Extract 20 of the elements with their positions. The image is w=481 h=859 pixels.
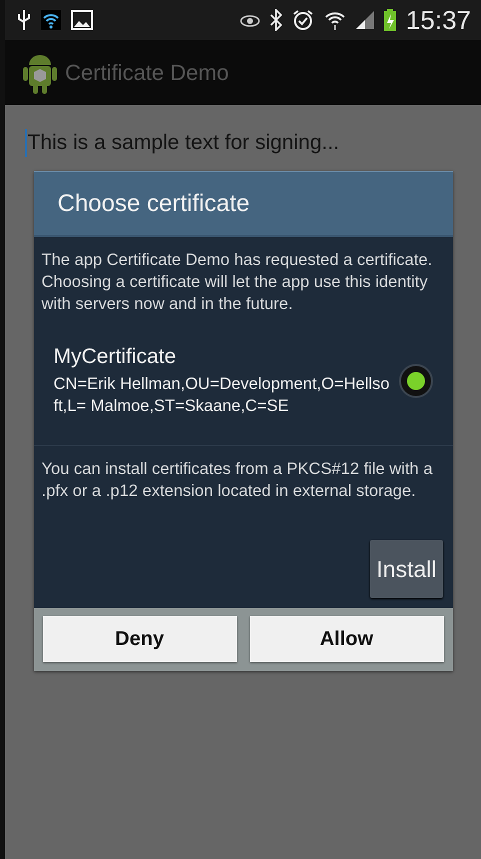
alarm-icon [292, 9, 314, 31]
dialog-button[interactable]: Allow [250, 616, 444, 662]
radio-button[interactable] [398, 364, 432, 398]
wifi-icon [324, 10, 346, 30]
status-time: 15:37 [406, 4, 471, 36]
install-button[interactable]: Install [370, 540, 442, 598]
dialog-message: The app Certificate Demo has requested a certificate. Choosing a certificate will let the app use this identity with servers now and in the future. [40, 250, 434, 315]
usb-icon [17, 9, 31, 31]
signal-icon [356, 11, 374, 29]
wifi-icon [41, 10, 61, 30]
eye-icon [240, 13, 260, 27]
image-icon [71, 10, 93, 30]
certificate-subject: CN=Erik Hellman,OU=Development,O=Hellsoft,L= Malmoe,ST=Skaane,C=SE [54, 374, 390, 417]
dialog-title: Choose certificate [34, 171, 452, 237]
bluetooth-icon [270, 9, 282, 31]
battery-icon [384, 9, 396, 31]
certificate-name[interactable]: MyCertificate [54, 345, 390, 369]
app-title: Certificate Demo [65, 60, 229, 86]
install-note: You can install certificates from a PKCS#12 file with a .pfx or a .p12 extension located in external storage. [40, 459, 434, 502]
dialog-button[interactable]: Deny [42, 616, 236, 662]
